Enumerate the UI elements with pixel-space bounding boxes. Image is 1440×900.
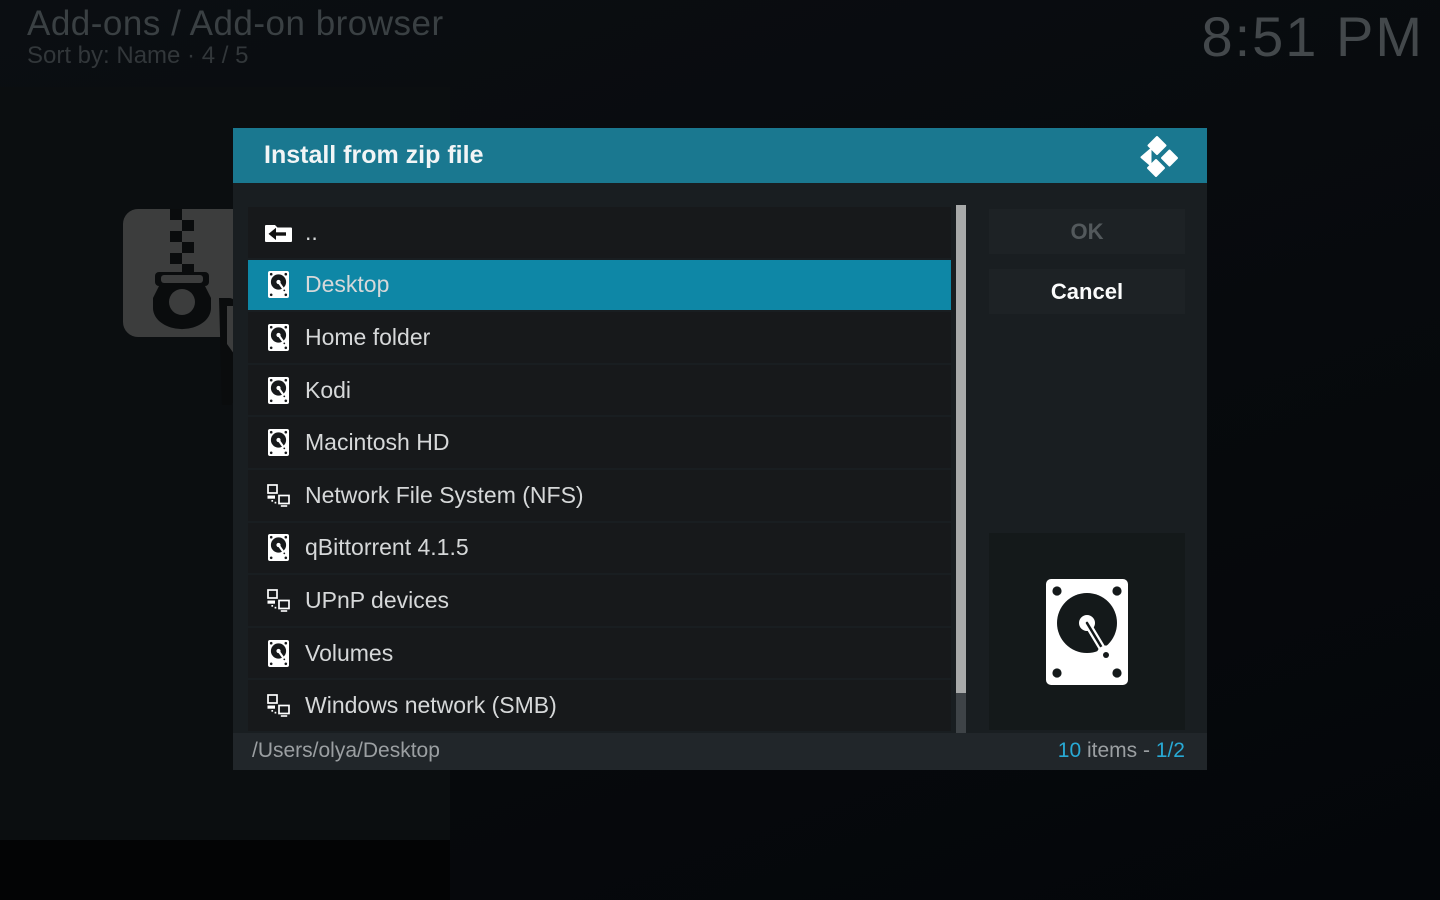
hard-disk-icon <box>264 428 292 458</box>
cancel-button[interactable]: Cancel <box>989 269 1185 314</box>
file-row-label: Kodi <box>305 377 351 404</box>
hard-disk-icon <box>264 270 292 300</box>
current-path: /Users/olya/Desktop <box>252 733 440 769</box>
sort-status: Sort by: Name · 4 / 5 <box>27 42 248 70</box>
file-row[interactable]: Home folder <box>248 312 951 363</box>
preview-panel <box>989 533 1185 730</box>
network-icon <box>264 585 292 615</box>
file-row-label: Home folder <box>305 324 430 351</box>
status-bar: /Users/olya/Desktop 10 items - 1/2 <box>233 733 1207 770</box>
file-row-label: Windows network (SMB) <box>305 692 557 719</box>
file-row-label: qBittorrent 4.1.5 <box>305 534 469 561</box>
file-list: .. Desktop Home folder Kodi <box>248 207 951 731</box>
file-row-label: UPnP devices <box>305 587 449 614</box>
file-row[interactable]: Desktop <box>248 260 951 311</box>
file-row-label: Desktop <box>305 271 389 298</box>
hard-disk-icon <box>264 533 292 563</box>
scrollbar-track[interactable] <box>956 205 966 735</box>
clock: 8:51 PM <box>1201 4 1424 69</box>
file-row[interactable]: Volumes <box>248 628 951 679</box>
item-count-number: 10 <box>1058 739 1081 762</box>
file-row-label: .. <box>305 219 318 246</box>
kodi-logo-icon <box>1136 134 1180 178</box>
ok-button[interactable]: OK <box>989 209 1185 254</box>
file-row-label: Network File System (NFS) <box>305 482 584 509</box>
file-row[interactable]: qBittorrent 4.1.5 <box>248 523 951 574</box>
install-from-zip-dialog: Install from zip file .. Desktop <box>233 128 1207 770</box>
breadcrumb: Add-ons / Add-on browser <box>27 4 444 44</box>
parent-folder-icon <box>264 217 292 247</box>
file-row[interactable]: Macintosh HD <box>248 417 951 468</box>
item-count-label: items - <box>1081 739 1156 762</box>
background-strip <box>0 840 450 900</box>
dialog-header: Install from zip file <box>233 128 1207 183</box>
network-icon <box>264 480 292 510</box>
file-row[interactable]: UPnP devices <box>248 575 951 626</box>
scrollbar-thumb[interactable] <box>956 205 966 693</box>
hard-disk-preview-icon <box>1046 579 1128 685</box>
hard-disk-icon <box>264 322 292 352</box>
file-row[interactable]: Kodi <box>248 365 951 416</box>
hard-disk-icon <box>264 638 292 668</box>
hard-disk-icon <box>264 375 292 405</box>
kodi-screen: Add-ons / Add-on browser Sort by: Name ·… <box>0 0 1440 900</box>
file-row-label: Volumes <box>305 640 393 667</box>
dialog-title: Install from zip file <box>264 128 483 183</box>
page-indicator: 1/2 <box>1156 739 1185 762</box>
item-count: 10 items - 1/2 <box>1058 733 1185 769</box>
file-row[interactable]: Network File System (NFS) <box>248 470 951 521</box>
file-row-label: Macintosh HD <box>305 429 449 456</box>
file-row[interactable]: .. <box>248 207 951 258</box>
file-row[interactable]: Windows network (SMB) <box>248 680 951 731</box>
network-icon <box>264 691 292 721</box>
